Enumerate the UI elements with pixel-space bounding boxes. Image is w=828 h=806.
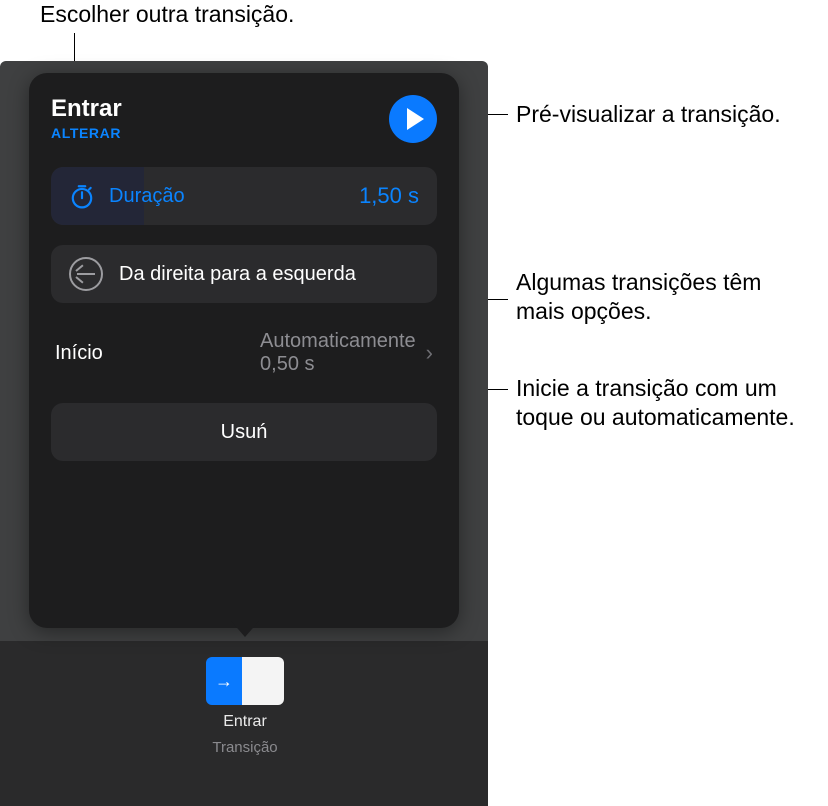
delete-button[interactable]: Usuń: [51, 403, 437, 461]
direction-label: Da direita para a esquerda: [119, 263, 356, 286]
popover-header: Entrar ALTERAR: [51, 95, 437, 143]
popover-tail: [231, 621, 259, 637]
callout-preview: Pré-visualizar a transição.: [516, 100, 806, 129]
transition-chip[interactable]: → Entrar Transição: [175, 657, 315, 756]
popover-title: Entrar: [51, 95, 122, 123]
arrow-left-icon: [69, 257, 103, 291]
callout-choose-other: Escolher outra transição.: [40, 0, 400, 29]
chevron-right-icon: ›: [426, 340, 433, 366]
arrow-right-icon: →: [215, 671, 233, 692]
callout-more-options: Algumas transições têm mais opções.: [516, 268, 816, 327]
start-control[interactable]: Início Automaticamente 0,50 s ›: [51, 323, 437, 383]
start-mode: Automaticamente: [260, 330, 416, 353]
change-transition-button[interactable]: ALTERAR: [51, 125, 122, 141]
direction-control[interactable]: Da direita para a esquerda: [51, 245, 437, 303]
duration-control[interactable]: Duração 1,50 s: [51, 167, 437, 225]
start-label: Início: [55, 342, 103, 365]
chip-title: Entrar: [223, 713, 267, 731]
device-frame: Entrar ALTERAR Duração: [0, 61, 488, 806]
chip-subtitle: Transição: [212, 739, 277, 756]
preview-play-button[interactable]: [389, 95, 437, 143]
callout-start: Inicie a transição com um toque ou autom…: [516, 374, 816, 433]
transition-thumbnail: →: [206, 657, 284, 705]
popover-header-text: Entrar ALTERAR: [51, 95, 122, 141]
timer-icon: [69, 183, 95, 209]
duration-label: Duração: [109, 185, 185, 208]
duration-value: 1,50 s: [359, 183, 419, 209]
transition-popover: Entrar ALTERAR Duração: [29, 73, 459, 628]
start-delay: 0,50 s: [260, 353, 314, 376]
